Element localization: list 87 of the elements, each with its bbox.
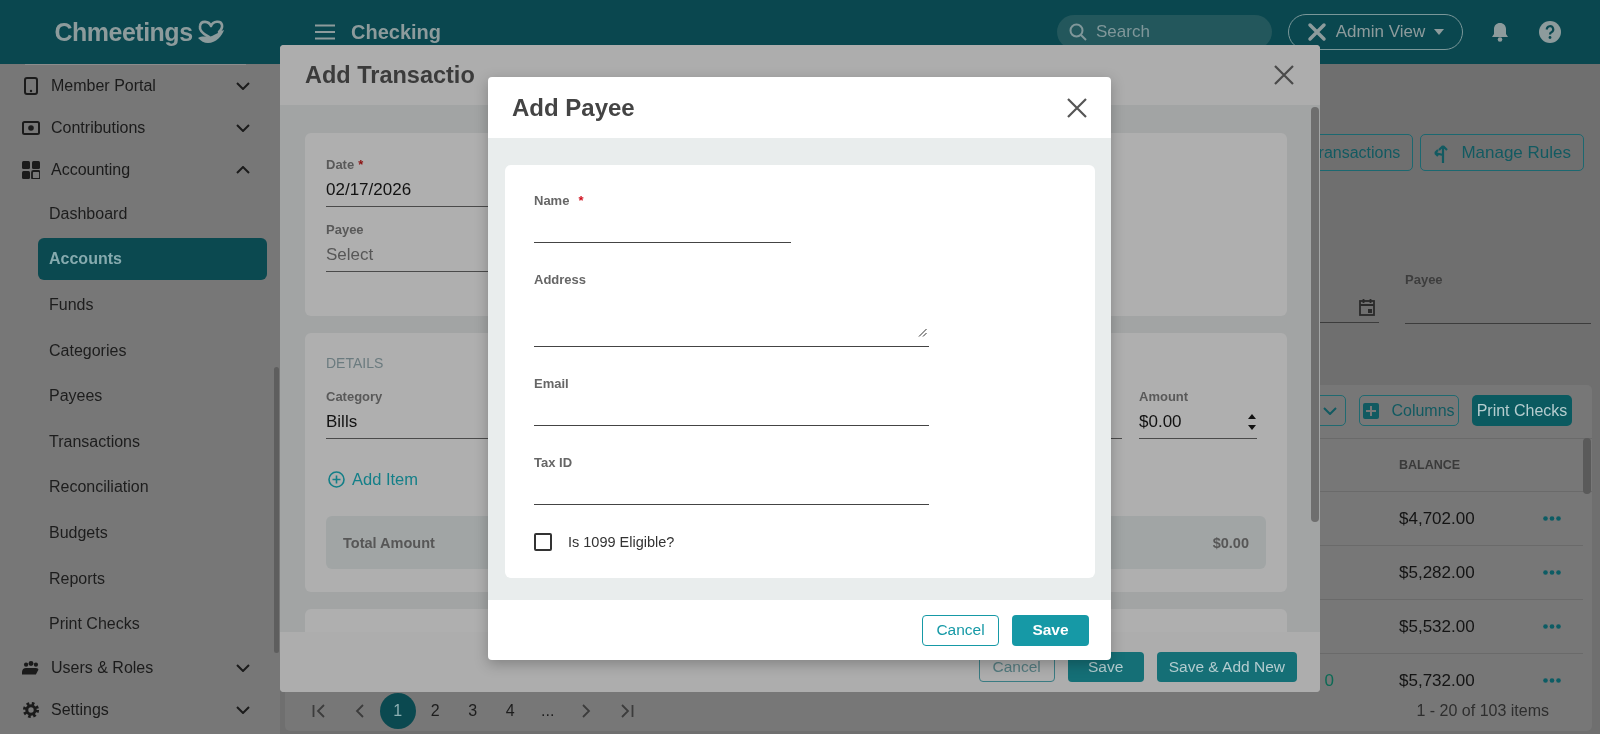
field-label: Amount <box>1139 389 1189 405</box>
more-icon[interactable] <box>1543 624 1561 629</box>
users-icon <box>22 658 40 677</box>
previous-page-icon[interactable] <box>354 703 364 718</box>
chevron-icon <box>1323 406 1337 415</box>
last-page-icon[interactable] <box>619 703 634 718</box>
add-item-link[interactable]: Add Item <box>328 470 419 489</box>
chevron-icon[interactable] <box>236 166 250 174</box>
pagination-summary: 1 - 20 of 103 items <box>1416 701 1550 720</box>
grid-icon <box>22 161 40 179</box>
field-label: Address <box>534 272 587 288</box>
table-cell-text: $5,732.00 <box>1399 670 1476 690</box>
phone-icon <box>22 77 40 95</box>
sidebar-item[interactable]: Accounting <box>0 149 280 191</box>
bell-icon[interactable] <box>1491 22 1509 42</box>
sidebar-item[interactable]: Payees <box>38 375 267 418</box>
sidebar-item[interactable]: Contributions <box>0 107 280 149</box>
plus-circle-icon <box>328 471 345 488</box>
total-value: $0.00 <box>1212 534 1249 551</box>
sidebar-item[interactable]: Print Checks <box>38 603 267 646</box>
sidebar-item[interactable]: Dashboard <box>38 192 267 235</box>
save-button[interactable]: Save & Add New <box>1156 652 1297 682</box>
help-icon[interactable] <box>1539 21 1561 43</box>
more-icon[interactable] <box>1543 516 1561 521</box>
chevron-icon[interactable] <box>236 124 250 132</box>
sidebar-item[interactable]: Settings <box>0 688 280 731</box>
sidebar-item[interactable]: Users & Roles <box>0 646 280 689</box>
section-heading: DETAILS <box>326 355 385 371</box>
column-header: BALANCE <box>1399 458 1462 472</box>
checkbox[interactable] <box>534 533 552 551</box>
table-cell-text: $5,532.00 <box>1399 616 1476 637</box>
modal-title: Add Transactio <box>305 61 475 89</box>
field-label: Email <box>534 376 569 392</box>
banknote-icon <box>22 121 40 135</box>
first-page-icon[interactable] <box>312 703 326 718</box>
page-button[interactable]: 2 <box>417 692 454 729</box>
sidebar-item[interactable]: Categories <box>38 329 267 372</box>
resize-grip-icon[interactable] <box>918 328 927 337</box>
more-icon[interactable] <box>1543 570 1561 575</box>
page-title: Checking <box>351 20 442 44</box>
field-label: Category <box>326 389 383 405</box>
sidebar-item[interactable]: Transactions <box>38 420 267 463</box>
page-button[interactable]: 1 <box>379 692 416 729</box>
next-page-icon[interactable] <box>582 703 591 718</box>
search-icon <box>1069 23 1087 41</box>
field-label: Date <box>326 157 355 173</box>
logo-text: Chmeetings <box>54 17 193 47</box>
chevron-icon[interactable] <box>236 82 250 90</box>
page-button[interactable]: ... <box>529 692 566 729</box>
sidebar-item[interactable]: Member Portal <box>0 65 280 107</box>
table-cell-text: $5,282.00 <box>1399 562 1476 583</box>
table-cell: 0 <box>1324 670 1334 690</box>
field-label: Name <box>534 193 570 209</box>
cancel-button[interactable]: Cancel <box>922 614 999 646</box>
page-button[interactable]: 3 <box>454 692 491 729</box>
required-mark: * <box>358 157 364 173</box>
sidebar-item[interactable]: Reports <box>38 557 267 600</box>
field-label: Tax ID <box>534 455 573 471</box>
close-icon[interactable] <box>1067 97 1087 118</box>
scrollbar[interactable] <box>274 367 279 653</box>
page-button[interactable]: 4 <box>492 692 529 729</box>
chevron-icon[interactable] <box>236 663 250 672</box>
spinner-icon[interactable] <box>1247 413 1257 431</box>
sidebar-item[interactable]: Accounts <box>38 238 267 281</box>
caret-icon <box>1434 29 1445 35</box>
scrollbar[interactable] <box>1311 107 1319 522</box>
gear-icon <box>22 700 40 719</box>
sidebar-item[interactable]: Funds <box>38 284 267 326</box>
close-icon[interactable] <box>1274 65 1294 85</box>
more-icon[interactable] <box>1543 678 1561 683</box>
checkbox-label: Is 1099 Eligible? <box>568 534 675 550</box>
calendar-icon <box>1359 298 1375 316</box>
required-mark: * <box>578 193 584 209</box>
table-cell-text: $4,702.00 <box>1399 508 1476 529</box>
tools-icon <box>1306 22 1327 42</box>
columns-icon <box>1363 402 1380 419</box>
total-label: Total Amount <box>343 534 435 551</box>
modal-title: Add Payee <box>512 93 635 122</box>
save-button[interactable]: Save <box>1012 614 1089 646</box>
field-label: Payee <box>326 222 364 238</box>
scrollbar[interactable] <box>1583 438 1591 494</box>
print-checks-button[interactable]: Print Checks <box>1472 395 1572 426</box>
chevron-icon[interactable] <box>236 705 250 714</box>
sidebar-item[interactable]: Budgets <box>38 511 267 554</box>
menu-icon[interactable] <box>315 24 335 40</box>
amount-field[interactable]: $0.00 <box>1139 405 1257 439</box>
sidebar-item[interactable]: Reconciliation <box>38 466 267 509</box>
